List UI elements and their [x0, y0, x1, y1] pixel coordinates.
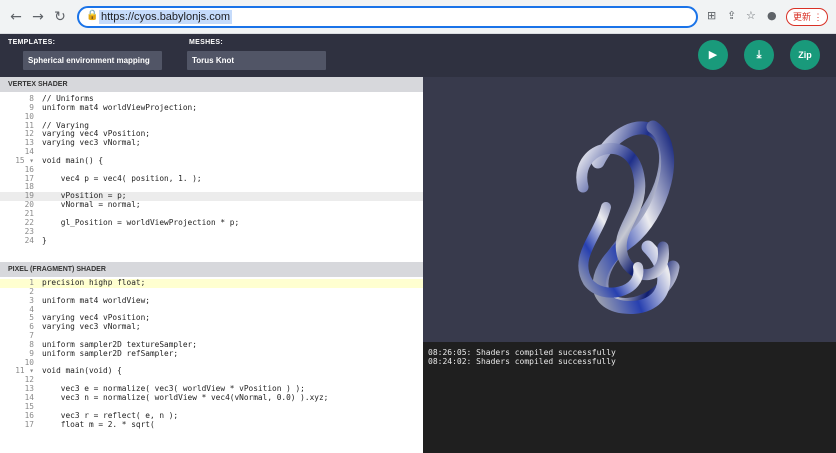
code-text[interactable]: uniform mat4 worldView; [42, 296, 150, 306]
templates-select[interactable]: Spherical environment mapping [23, 51, 162, 70]
url-text[interactable]: https://cyos.babylonjs.com [99, 10, 233, 24]
play-icon: ▶ [708, 48, 718, 61]
share-icon[interactable]: ⇪ [727, 9, 736, 22]
code-line[interactable]: 9 uniform mat4 worldViewProjection; [0, 103, 423, 113]
back-arrow-icon[interactable]: ← [8, 9, 24, 25]
update-button[interactable]: 更新 ⋮ [786, 8, 828, 26]
code-text[interactable]: gl_Position = worldViewProjection * p; [42, 218, 239, 228]
code-line[interactable]: 22 gl_Position = worldViewProjection * p… [0, 218, 423, 228]
browser-toolbar: ← → ↻ 🔒 https://cyos.babylonjs.com ⊞ ⇪ ☆… [0, 0, 836, 34]
address-bar[interactable]: 🔒 https://cyos.babylonjs.com [77, 6, 698, 28]
code-line[interactable]: 14 vec3 n = normalize( worldView * vec4(… [0, 393, 423, 403]
code-text[interactable]: void main() { [42, 156, 103, 166]
code-line[interactable]: 20 vNormal = normal; [0, 200, 423, 210]
run-button[interactable]: ▶ [698, 40, 728, 70]
fragment-shader-header: PIXEL (FRAGMENT) SHADER [0, 262, 423, 277]
shader-editor: VERTEX SHADER 8// Uniforms 9 uniform mat4 … [0, 77, 423, 453]
fragment-shader-code[interactable]: 1 precision highp float; 2 3 uniform mat4 wo… [0, 278, 423, 430]
templates-label: TEMPLATES: [8, 39, 56, 46]
forward-arrow-icon[interactable]: → [30, 9, 46, 25]
code-line[interactable]: 3 uniform mat4 worldView; [0, 296, 423, 306]
code-text[interactable]: vec3 n = normalize( worldView * vec4(vNo… [42, 393, 329, 403]
code-text[interactable]: uniform sampler2D refSampler; [42, 349, 178, 359]
app-header: TEMPLATES: Spherical environment mapping… [0, 34, 836, 77]
code-line[interactable]: 1 precision highp float; [0, 278, 423, 288]
code-text[interactable]: vNormal = normal; [42, 200, 141, 210]
code-line[interactable]: 9 uniform sampler2D refSampler; [0, 349, 423, 359]
line-number: 24 [24, 235, 34, 245]
code-line[interactable]: 17 vec4 p = vec4( position, 1. ); [0, 174, 423, 184]
console-line: 08:24:02: Shaders compiled successfully [428, 357, 616, 366]
reload-icon[interactable]: ↻ [52, 9, 68, 25]
code-text[interactable]: float m = 2. * sqrt( [42, 420, 155, 430]
code-text[interactable]: precision highp float; [42, 278, 145, 288]
download-button[interactable]: ⤓ [744, 40, 774, 70]
lock-icon[interactable]: 🔒 [86, 10, 98, 21]
code-text[interactable]: uniform mat4 worldViewProjection; [42, 103, 197, 113]
vertex-shader-header: VERTEX SHADER [0, 77, 423, 92]
code-line[interactable]: 24} [0, 235, 423, 246]
vertex-shader-code[interactable]: 8// Uniforms 9 uniform mat4 worldViewProje… [0, 94, 423, 246]
console-line: 08:26:05: Shaders compiled successfully [428, 348, 616, 357]
render-viewport[interactable] [423, 77, 836, 342]
code-line[interactable]: 17 float m = 2. * sqrt( [0, 419, 423, 430]
line-number: 17 [24, 419, 34, 429]
meshes-label: MESHES: [189, 39, 223, 46]
code-text[interactable]: vec4 p = vec4( position, 1. ); [42, 174, 202, 184]
code-text[interactable]: varying vec3 vNormal; [42, 138, 141, 148]
compile-console: 08:26:05: Shaders compiled successfully 0… [423, 342, 836, 453]
code-text[interactable]: varying vec3 vNormal; [42, 322, 141, 332]
code-line[interactable]: 15 ▾ void main() { [0, 156, 423, 166]
profile-icon[interactable]: ● [767, 9, 777, 22]
code-line[interactable]: 23 [0, 227, 423, 237]
download-icon: ⤓ [756, 48, 762, 61]
translate-icon[interactable]: ⊞ [707, 9, 716, 22]
code-line[interactable]: 11 ▾ void main(void) { [0, 367, 423, 376]
code-text[interactable]: void main(void) { [42, 367, 122, 376]
star-icon[interactable]: ☆ [746, 9, 756, 22]
code-text[interactable]: } [42, 236, 47, 246]
torus-knot-render [576, 120, 680, 314]
code-line[interactable]: 6 varying vec3 vNormal; [0, 322, 423, 332]
code-line[interactable]: 13 varying vec3 vNormal; [0, 138, 423, 148]
meshes-select[interactable]: Torus Knot [187, 51, 326, 70]
zip-button[interactable]: Zip [790, 40, 820, 70]
